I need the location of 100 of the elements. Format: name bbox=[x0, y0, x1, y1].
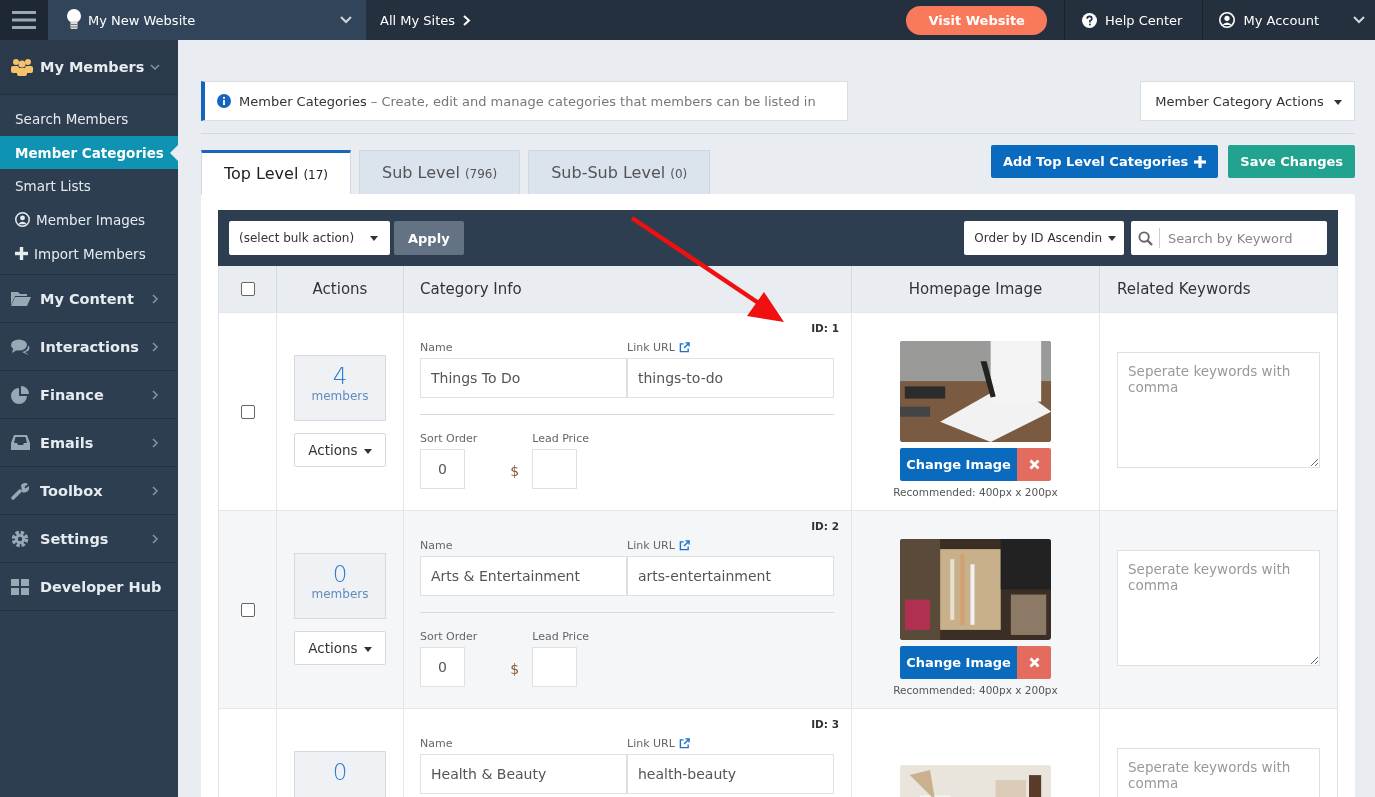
close-icon bbox=[1028, 657, 1040, 668]
external-link-icon bbox=[678, 540, 690, 551]
member-count: 4 bbox=[332, 364, 348, 390]
sort-order-field[interactable]: 0 bbox=[420, 449, 465, 489]
remove-image-button[interactable] bbox=[1017, 646, 1051, 679]
name-field[interactable]: Arts & Entertainment bbox=[420, 556, 627, 596]
link-url-field[interactable]: health-beauty bbox=[627, 754, 834, 794]
info-icon bbox=[217, 94, 231, 108]
sidebar-item[interactable]: Search Members bbox=[0, 102, 178, 136]
member-count: 0 bbox=[332, 562, 348, 588]
search-icon bbox=[1138, 230, 1153, 246]
change-image-button[interactable]: Change Image bbox=[900, 448, 1017, 481]
close-icon bbox=[1028, 459, 1040, 470]
chevron-right-icon bbox=[150, 437, 160, 448]
wrench-icon bbox=[11, 481, 29, 500]
site-name: My New Website bbox=[88, 12, 197, 28]
plus-icon bbox=[15, 247, 28, 261]
plus-icon bbox=[1194, 155, 1207, 168]
sidebar-section[interactable]: My Members bbox=[0, 40, 178, 95]
chevron-right-icon bbox=[150, 293, 160, 304]
link-url-field[interactable]: things-to-do bbox=[627, 358, 834, 398]
chevron-down-icon bbox=[150, 62, 160, 72]
member-category-actions-dropdown[interactable]: Member Category Actions bbox=[1140, 81, 1355, 121]
remove-image-button[interactable] bbox=[1017, 448, 1051, 481]
lead-price-field[interactable] bbox=[532, 647, 578, 687]
sidebar-item[interactable]: Import Members bbox=[0, 236, 178, 271]
chevron-down-icon bbox=[1353, 16, 1365, 24]
sidebar-item[interactable]: Member Categories bbox=[0, 135, 178, 170]
field-label: Lead Price bbox=[532, 432, 589, 445]
tab[interactable]: Sub-Sub Level (0) bbox=[528, 150, 711, 194]
external-link-icon bbox=[678, 342, 690, 353]
name-field[interactable]: Things To Do bbox=[420, 358, 627, 398]
category-id: ID: 2 bbox=[811, 520, 839, 532]
sidebar-item[interactable]: Member Images bbox=[0, 203, 178, 237]
site-selector[interactable]: My New Website bbox=[48, 0, 366, 40]
external-link-icon bbox=[678, 738, 690, 749]
user-icon bbox=[15, 212, 30, 228]
folder-icon bbox=[11, 291, 31, 307]
column-header: Category Info bbox=[420, 280, 522, 298]
recommended-size-note: Recommended: 400px x 200px bbox=[893, 486, 1058, 498]
help-center-link[interactable]: Help Center bbox=[1063, 0, 1204, 40]
field-label: Link URL bbox=[627, 539, 834, 552]
settings-icon bbox=[11, 529, 29, 548]
grid-icon bbox=[11, 578, 29, 595]
all-sites-link[interactable]: All My Sites bbox=[366, 12, 472, 28]
members-label: members bbox=[311, 587, 369, 602]
column-header: Related Keywords bbox=[1117, 280, 1251, 298]
column-header: Homepage Image bbox=[908, 280, 1043, 298]
field-label: Name bbox=[420, 737, 454, 750]
change-image-button[interactable]: Change Image bbox=[900, 646, 1017, 679]
pie-chart-icon bbox=[11, 385, 29, 404]
row-checkbox[interactable] bbox=[240, 404, 255, 419]
user-icon bbox=[1219, 12, 1236, 28]
menu-icon bbox=[12, 11, 36, 29]
actions-dropdown[interactable]: Actions bbox=[294, 631, 386, 665]
chevron-right-icon bbox=[463, 14, 472, 26]
bulk-action-dropdown[interactable]: (select bulk action) bbox=[229, 221, 390, 255]
search-box[interactable]: Search by Keyword bbox=[1131, 221, 1327, 255]
chevron-right-icon bbox=[150, 389, 160, 400]
column-header: Actions bbox=[312, 280, 368, 298]
menu-button[interactable] bbox=[0, 0, 48, 40]
keywords-field[interactable]: Seperate keywords with comma bbox=[1117, 748, 1320, 797]
category-id: ID: 3 bbox=[811, 718, 839, 730]
keywords-field[interactable]: Seperate keywords with comma bbox=[1117, 550, 1320, 666]
actions-dropdown[interactable]: Actions bbox=[294, 433, 386, 467]
users-icon bbox=[11, 58, 33, 76]
field-label: Link URL bbox=[627, 341, 834, 354]
sort-order-field[interactable]: 0 bbox=[420, 647, 465, 687]
field-label: Name bbox=[420, 341, 454, 354]
apply-button[interactable]: Apply bbox=[394, 221, 464, 255]
row-checkbox[interactable] bbox=[240, 602, 255, 617]
members-label: members bbox=[311, 389, 369, 404]
tab[interactable]: Sub Level (796) bbox=[359, 150, 521, 194]
help-icon bbox=[1081, 12, 1097, 28]
inbox-icon bbox=[11, 435, 30, 451]
info-text: Member Categories – Create, edit and manage categories that members can be listed in bbox=[239, 93, 816, 109]
category-id: ID: 1 bbox=[811, 322, 839, 334]
field-label: Sort Order bbox=[420, 630, 478, 643]
field-label: Link URL bbox=[627, 737, 834, 750]
tab[interactable]: Top Level (17) bbox=[201, 150, 352, 194]
name-field[interactable]: Health & Beauty bbox=[420, 754, 627, 794]
keywords-field[interactable]: Seperate keywords with comma bbox=[1117, 352, 1320, 468]
currency-symbol: $ bbox=[510, 463, 520, 481]
select-all-checkbox[interactable] bbox=[240, 282, 255, 296]
sidebar-item[interactable]: Smart Lists bbox=[0, 169, 178, 204]
lightbulb-icon bbox=[66, 8, 82, 32]
recommended-size-note: Recommended: 400px x 200px bbox=[893, 684, 1058, 696]
chevron-right-icon bbox=[150, 341, 160, 352]
field-label: Sort Order bbox=[420, 432, 478, 445]
my-account-menu[interactable]: My Account bbox=[1203, 0, 1375, 40]
field-label: Lead Price bbox=[532, 630, 589, 643]
chat-icon bbox=[11, 338, 31, 355]
chevron-right-icon bbox=[150, 485, 160, 496]
field-label: Name bbox=[420, 539, 454, 552]
member-count: 0 bbox=[332, 760, 348, 786]
lead-price-field[interactable] bbox=[532, 449, 578, 489]
link-url-field[interactable]: arts-entertainment bbox=[627, 556, 834, 596]
add-categories-button[interactable]: Add Top Level Categories bbox=[990, 145, 1219, 178]
currency-symbol: $ bbox=[510, 661, 520, 679]
order-dropdown[interactable]: Order by ID Ascendin bbox=[964, 221, 1124, 255]
